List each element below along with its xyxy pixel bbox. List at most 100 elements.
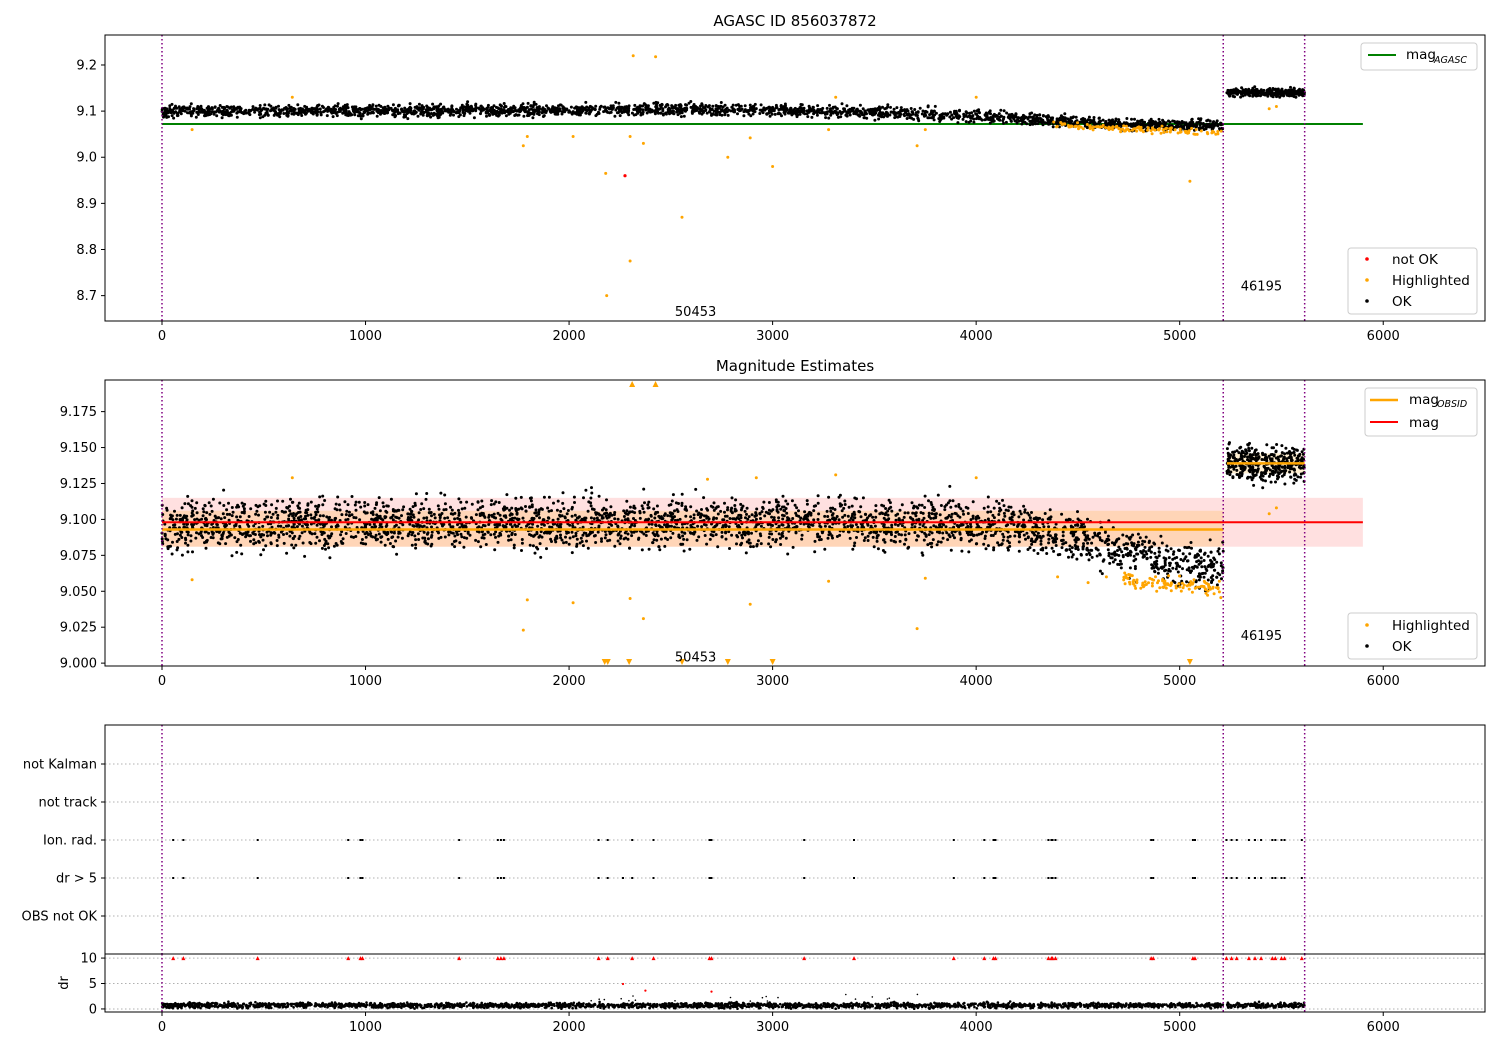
- ok-point: [1089, 548, 1093, 552]
- ok-point: [759, 517, 762, 520]
- ok-point: [816, 535, 820, 539]
- ok-point: [724, 537, 728, 541]
- ok-point: [613, 517, 617, 521]
- ok-point: [720, 109, 724, 113]
- ok-point: [401, 508, 405, 512]
- ok-point: [289, 497, 292, 501]
- ok-point: [1039, 117, 1043, 121]
- ok-point: [502, 102, 506, 105]
- ok-point: [653, 516, 657, 520]
- ok-point: [1157, 117, 1161, 121]
- ok-point: [695, 109, 699, 112]
- ok-point: [943, 112, 947, 116]
- panel1-legend-label: Highlighted: [1392, 273, 1470, 289]
- ok-point: [671, 106, 675, 110]
- ok-point: [590, 491, 594, 495]
- ok-point: [1064, 541, 1068, 545]
- highlighted-point: [1160, 124, 1164, 128]
- ok-point: [547, 509, 551, 513]
- ok-point: [1086, 541, 1090, 545]
- ok-point: [1028, 119, 1032, 123]
- ok-point: [736, 112, 739, 116]
- ok-point: [768, 114, 772, 118]
- ok-point: [850, 514, 854, 518]
- ok-point: [309, 542, 313, 546]
- ok-point: [932, 118, 936, 122]
- ok-point: [271, 512, 275, 516]
- ok-point: [176, 111, 180, 115]
- ok-point: [950, 113, 954, 117]
- ok-point: [935, 543, 939, 547]
- ok-point: [354, 508, 358, 512]
- ok-point: [386, 504, 390, 508]
- ok-point: [989, 534, 993, 537]
- highlighted-point: [1081, 127, 1085, 131]
- ok-point: [485, 110, 489, 114]
- ok-point: [300, 114, 304, 117]
- ok-point: [375, 114, 379, 118]
- ok-point: [1004, 524, 1008, 528]
- ok-point: [800, 533, 804, 537]
- panel1-title: AGASC ID 856037872: [713, 12, 876, 30]
- ok-point: [873, 118, 877, 122]
- ok-point: [377, 496, 381, 500]
- ok-point: [1025, 531, 1029, 535]
- ok-point: [986, 510, 990, 514]
- ok-point: [775, 508, 779, 511]
- ok-point: [700, 525, 704, 529]
- ok-point: [571, 110, 575, 114]
- ok-point: [1216, 549, 1220, 553]
- ok-point: [288, 534, 292, 538]
- ok-point: [918, 106, 922, 110]
- ok-point: [340, 513, 344, 517]
- highlighted-point: [654, 55, 658, 59]
- ok-point: [966, 512, 970, 515]
- ok-point: [206, 112, 210, 116]
- ok-point: [771, 538, 775, 541]
- ok-point: [172, 116, 176, 120]
- ok-point: [495, 109, 499, 113]
- panel1-0-xtick-label: 2000: [553, 329, 586, 344]
- panel1-ytick-label: 9.2: [76, 58, 97, 73]
- ok-point: [189, 110, 193, 114]
- highlighted-point: [1165, 130, 1169, 134]
- ok-point: [422, 524, 426, 528]
- ok-point: [493, 548, 497, 552]
- ok-point: [672, 112, 676, 116]
- ok-point: [735, 542, 738, 546]
- ok-point: [1002, 535, 1006, 539]
- ok-point: [170, 102, 174, 106]
- ok-point: [1275, 89, 1279, 93]
- ok-point: [871, 112, 875, 116]
- ok-point: [244, 108, 248, 112]
- ok-point: [416, 532, 420, 536]
- highlighted-point: [1091, 128, 1095, 132]
- ok-point: [1088, 121, 1092, 125]
- ok-point: [556, 108, 560, 112]
- ok-point: [697, 512, 701, 516]
- ok-point: [927, 511, 931, 515]
- ok-point: [812, 509, 816, 513]
- ok-point: [1174, 567, 1178, 571]
- ok-point: [448, 522, 452, 526]
- ok-point: [263, 107, 267, 111]
- ok-point: [1109, 556, 1113, 560]
- ok-point: [331, 115, 335, 119]
- ok-point: [777, 532, 781, 536]
- ok-point: [1069, 116, 1073, 120]
- legend-mag-agasc-subscript: AGASC: [1433, 55, 1467, 66]
- ok-point: [826, 536, 830, 540]
- ok-point: [777, 108, 781, 112]
- ok-point: [708, 537, 712, 541]
- ok-point: [957, 116, 960, 120]
- ok-point: [1020, 122, 1024, 126]
- ok-point: [221, 512, 225, 516]
- ok-point: [754, 517, 758, 521]
- ok-point: [449, 108, 453, 112]
- ok-point: [574, 518, 578, 522]
- ok-point: [648, 110, 652, 114]
- ok-point: [673, 509, 676, 513]
- ok-point: [586, 546, 590, 550]
- ok-point: [287, 103, 291, 107]
- ok-point: [464, 515, 468, 519]
